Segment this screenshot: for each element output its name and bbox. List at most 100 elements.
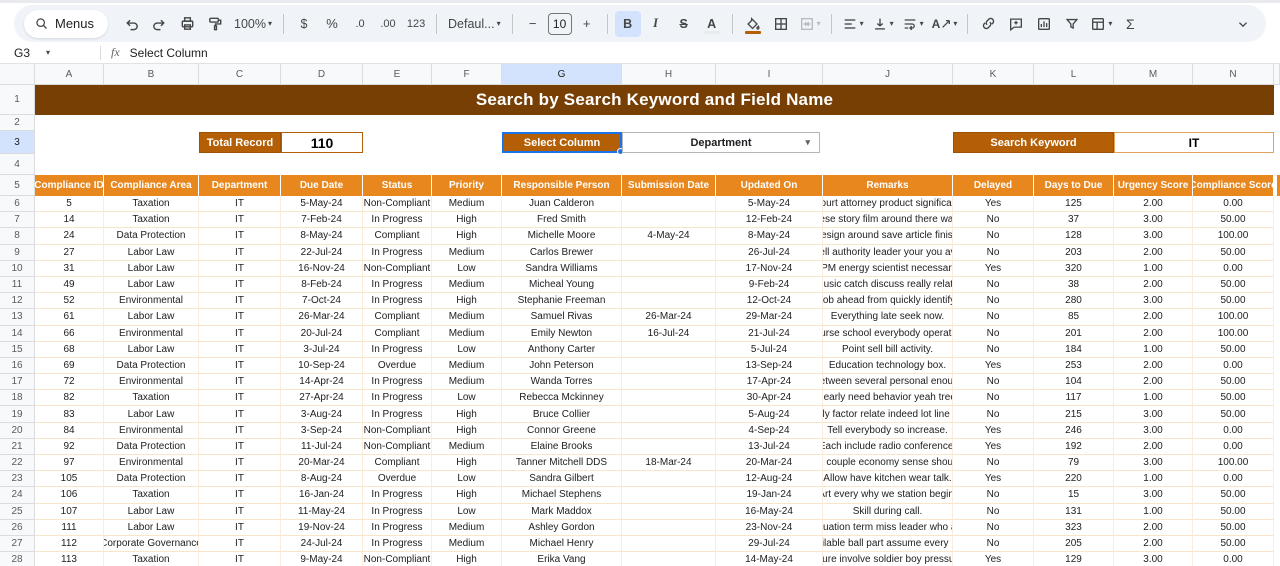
cell[interactable]: Michael Stephens [502,487,622,504]
cell[interactable]: Medium [432,325,502,342]
cell[interactable]: 129 [1034,552,1114,566]
cell[interactable]: John Peterson [502,357,622,375]
cell[interactable]: Fred Smith [502,212,622,229]
cell[interactable]: Non-Compliant [363,552,432,566]
cell[interactable]: Taxation [104,390,199,407]
cell[interactable] [622,341,716,358]
cell[interactable]: 2.00 [1114,325,1193,342]
cell[interactable]: 2.00 [1114,535,1193,553]
cell[interactable]: Yes [953,552,1034,566]
cell[interactable]: Non-Compliant [363,196,432,213]
cell[interactable]: IT [199,438,281,455]
cell[interactable]: No [953,390,1034,407]
cell[interactable]: 9-May-24 [281,552,363,566]
cell[interactable]: Sandra Gilbert [502,471,622,488]
cell[interactable]: 30-Apr-24 [716,390,823,407]
cell[interactable]: 61 [35,309,104,326]
cell[interactable] [622,374,716,391]
row-header-23[interactable]: 23 [0,471,35,488]
cell[interactable] [622,519,716,536]
cell[interactable]: IT [199,228,281,245]
cell[interactable]: Low [432,503,502,520]
total-record-value[interactable]: 110 [281,132,363,153]
cell[interactable]: Environmental [104,293,199,310]
table-header-urgency-score[interactable]: Urgency Score [1114,175,1193,196]
cell[interactable]: No [953,244,1034,261]
table-header-compliance-score[interactable]: Compliance Score [1193,175,1274,196]
cell[interactable]: 52 [35,293,104,310]
cell[interactable]: 13-Sep-24 [716,357,823,375]
insert-chart-button[interactable] [1031,11,1057,37]
cell[interactable]: Ashley Gordon [502,519,622,536]
column-header-K[interactable]: K [953,64,1034,84]
cell[interactable]: Yes [953,438,1034,455]
cell[interactable]: No [953,228,1034,245]
cell[interactable]: No [953,341,1034,358]
row-header-16[interactable]: 16 [0,357,35,375]
cell[interactable]: IT [199,519,281,536]
cell[interactable]: In Progress [363,390,432,407]
cell[interactable]: 18-Mar-24 [622,455,716,472]
cell[interactable]: 23-Nov-24 [716,519,823,536]
cell[interactable]: Data Protection [104,438,199,455]
column-header-A[interactable]: A [35,64,104,84]
cell[interactable]: High [432,552,502,566]
cell[interactable]: 1.00 [1114,341,1193,358]
cell[interactable]: Michael Henry [502,535,622,553]
cell[interactable]: 29-Mar-24 [716,309,823,326]
cell[interactable]: Medium [432,276,502,294]
cell[interactable]: 20-Mar-24 [716,455,823,472]
cell[interactable]: 85 [1034,309,1114,326]
cell[interactable] [622,390,716,407]
cell[interactable]: Data Protection [104,471,199,488]
cell[interactable]: Sandra Williams [502,260,622,277]
cell[interactable]: 0.00 [1193,552,1274,566]
redo-button[interactable] [146,11,172,37]
cell[interactable]: Data Protection [104,228,199,245]
cell-remarks[interactable]: These story film around there water. [823,212,953,229]
cell[interactable]: Wanda Torres [502,374,622,391]
cell[interactable]: No [953,276,1034,294]
cell[interactable]: Stephanie Freeman [502,293,622,310]
cell[interactable]: High [432,487,502,504]
cell[interactable]: High [432,422,502,439]
cell[interactable]: Environmental [104,422,199,439]
cell[interactable]: 50.00 [1193,293,1274,310]
cell[interactable]: Micheal Young [502,276,622,294]
row-header-13[interactable]: 13 [0,309,35,326]
cell[interactable]: Compliant [363,325,432,342]
cell[interactable]: 50.00 [1193,519,1274,536]
cell[interactable] [622,438,716,455]
cell[interactable]: 24 [35,228,104,245]
cell[interactable] [622,244,716,261]
row-header-11[interactable]: 11 [0,276,35,294]
cell[interactable]: Medium [432,535,502,553]
cell[interactable]: 3.00 [1114,552,1193,566]
column-dropdown[interactable]: Department ▾ [622,132,820,153]
cell[interactable]: Emily Newton [502,325,622,342]
cell[interactable]: 107 [35,503,104,520]
cell[interactable]: 5-Aug-24 [716,406,823,423]
cell[interactable] [622,471,716,488]
format-percent-button[interactable]: % [319,11,345,37]
cell[interactable]: 3.00 [1114,422,1193,439]
cell[interactable]: Environmental [104,374,199,391]
cell[interactable]: 113 [35,552,104,566]
cell[interactable]: 16-Jan-24 [281,487,363,504]
column-header-I[interactable]: I [716,64,823,84]
cell[interactable]: IT [199,293,281,310]
cell[interactable]: IT [199,535,281,553]
cell[interactable]: 50.00 [1193,276,1274,294]
row-header-10[interactable]: 10 [0,260,35,277]
cell-remarks[interactable]: sually factor relate indeed lot line lea… [823,406,953,423]
cell[interactable]: Yes [953,471,1034,488]
formula-input[interactable]: Select Column [130,46,208,60]
table-header-department[interactable]: Department [199,175,281,196]
cell[interactable]: 68 [35,341,104,358]
cell[interactable]: 2.00 [1114,357,1193,375]
font-size-input[interactable]: 10 [547,12,572,35]
column-header-L[interactable]: L [1034,64,1114,84]
row-header-20[interactable]: 20 [0,422,35,439]
cell[interactable]: Overdue [363,471,432,488]
borders-button[interactable] [768,11,794,37]
